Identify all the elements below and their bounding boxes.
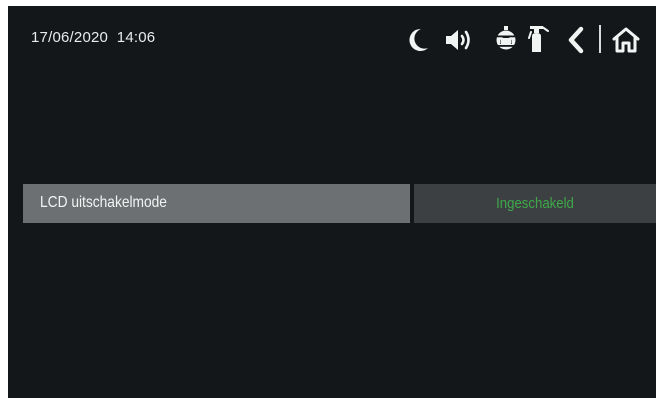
- icon-divider: [599, 25, 601, 53]
- date-time-display: 17/06/2020 14:06: [31, 29, 156, 46]
- setting-label-cell[interactable]: LCD uitschakelmode: [23, 184, 410, 223]
- setting-value: Ingeschakeld: [496, 195, 574, 212]
- device-screen: 17/06/2020 14:06 LCD uitschakelmode Inge…: [8, 6, 656, 398]
- speaker-icon[interactable]: [444, 27, 474, 53]
- moon-icon[interactable]: [406, 27, 430, 53]
- fire-extinguisher-icon[interactable]: [528, 24, 550, 54]
- back-chevron-icon[interactable]: [567, 26, 585, 54]
- home-icon[interactable]: [611, 26, 641, 54]
- setting-row-lcd-mode: LCD uitschakelmode Ingeschakeld: [23, 184, 656, 223]
- setting-label: LCD uitschakelmode: [40, 194, 167, 211]
- alarm-bell-icon[interactable]: [495, 25, 517, 53]
- setting-value-button[interactable]: Ingeschakeld: [414, 184, 656, 223]
